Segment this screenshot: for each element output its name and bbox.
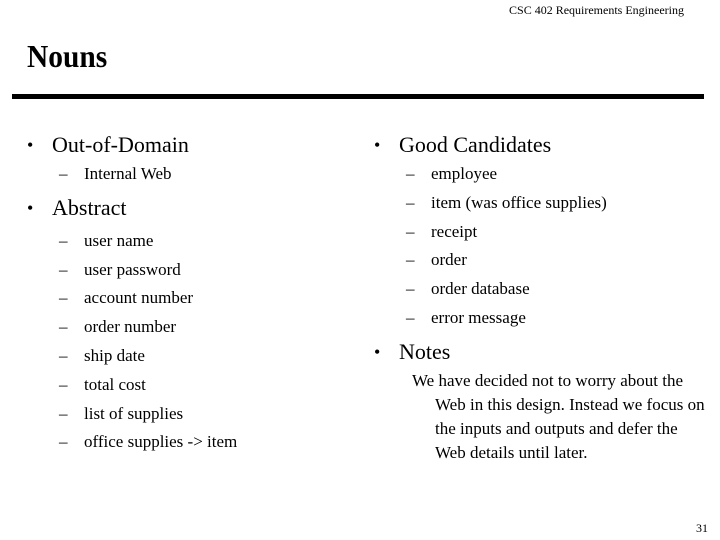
list-item-text: order number: [84, 317, 177, 337]
list-item-text: order: [431, 250, 467, 270]
dash-icon: –: [59, 432, 68, 452]
list-item-text: total cost: [84, 374, 146, 394]
left-column: Out-of-Domain –Internal Web Abstract –us…: [27, 130, 237, 457]
list-item: – order number: [27, 313, 237, 342]
list-item-text: employee: [431, 164, 498, 183]
bullet-notes: Notes: [374, 337, 705, 367]
dash-icon: –: [406, 250, 415, 270]
course-header: CSC 402 Requirements Engineering: [509, 3, 684, 17]
dash-icon: –: [59, 230, 68, 250]
list-item-text: error message: [431, 307, 526, 327]
dash-icon: –: [406, 221, 415, 241]
dash-icon: –: [59, 288, 68, 308]
list-item-text: order database: [431, 279, 530, 299]
list-item-text: account number: [84, 288, 194, 308]
slide-title: Nouns: [27, 38, 108, 74]
list-item: – order database: [374, 275, 705, 304]
list-item-text: ship date: [84, 345, 145, 365]
dash-icon: –: [59, 345, 68, 365]
right-column: Good Candidates –employee –item (was off…: [374, 130, 705, 465]
dash-icon: –: [406, 192, 415, 212]
dash-icon: –: [59, 403, 68, 423]
list-item: – user password: [27, 256, 237, 285]
list-item-text: user password: [84, 259, 181, 279]
title-divider: [12, 94, 704, 99]
bullet-abstract: Abstract: [27, 193, 237, 223]
list-item: – Internal Web: [27, 160, 237, 189]
dash-icon: –: [59, 259, 68, 279]
dash-icon: –: [406, 307, 415, 327]
dash-icon: –: [406, 279, 415, 299]
list-item-text: office supplies -> item: [84, 432, 238, 452]
list-item: – user name: [27, 227, 237, 256]
list-item: – list of supplies: [27, 400, 237, 429]
list-item: – total cost: [27, 371, 237, 400]
dash-icon: –: [59, 317, 68, 337]
dash-icon: –: [59, 164, 68, 183]
list-item: – account number: [27, 284, 237, 313]
bullet-good-candidates: Good Candidates: [374, 130, 705, 160]
list-item: – order: [374, 246, 705, 275]
dash-icon: –: [59, 374, 68, 394]
list-item: – employee: [374, 160, 705, 189]
notes-text: We have decided not to worry about the W…: [412, 370, 705, 462]
dash-icon: –: [406, 164, 415, 183]
list-item-text: Internal Web: [84, 164, 172, 183]
list-item-text: item (was office supplies): [431, 192, 607, 212]
list-item-text: list of supplies: [84, 403, 184, 423]
list-item: – ship date: [27, 342, 237, 371]
list-item-text: user name: [84, 230, 154, 250]
list-item: – office supplies -> item: [27, 428, 237, 457]
list-item-text: receipt: [431, 221, 478, 241]
list-item: – item (was office supplies): [374, 189, 705, 218]
page-number: 31: [696, 521, 708, 535]
list-item: – receipt: [374, 218, 705, 247]
bullet-out-of-domain: Out-of-Domain: [27, 130, 237, 160]
list-item: – error message: [374, 304, 705, 333]
